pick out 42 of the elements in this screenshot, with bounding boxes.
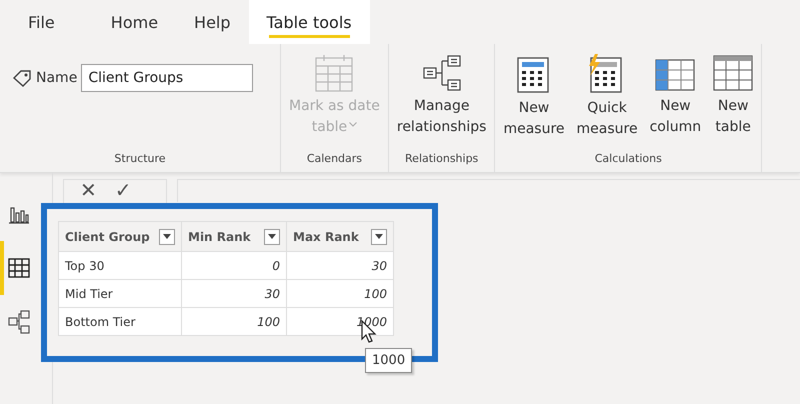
table-cell: 30 (286, 252, 394, 280)
table-icon (713, 54, 754, 92)
ribbon-button[interactable]: Quick measure (572, 50, 642, 140)
name-label: Name (36, 70, 78, 86)
tag-icon (12, 69, 32, 87)
caret-icon (375, 234, 383, 239)
calendar-icon (314, 54, 354, 92)
filter-dropdown[interactable] (159, 228, 175, 244)
table-cell: Bottom Tier (58, 308, 182, 336)
caret-icon (163, 234, 171, 239)
column-header: Min Rank (188, 230, 251, 244)
group-label: Calendars (306, 152, 364, 167)
group-label: Calculations (594, 152, 663, 167)
cancel-button[interactable]: ✕ (74, 180, 103, 200)
formula-field[interactable] (177, 179, 800, 202)
caret-icon (268, 234, 276, 239)
name-field[interactable]: Client Groups (81, 64, 254, 92)
group-label: Structure (113, 152, 167, 167)
tooltip: 1000 (365, 348, 412, 373)
table-cell: 100 (286, 280, 394, 308)
ribbon-button[interactable]: Manage relationships (392, 50, 490, 138)
ribbon-tab[interactable]: Table tools (248, 0, 370, 44)
column-header: Max Rank (293, 230, 359, 244)
filter-dropdown[interactable] (371, 228, 387, 244)
column-header: Client Group (65, 230, 150, 244)
group-label: Relationships (404, 152, 480, 167)
table-cell: Mid Tier (58, 280, 182, 308)
filter-dropdown[interactable] (264, 228, 280, 244)
table-cell: 0 (182, 252, 286, 280)
ribbon-button[interactable]: New column (646, 50, 706, 138)
ribbon-tab[interactable]: Home (92, 0, 176, 44)
ribbon-button[interactable]: New measure (499, 50, 569, 140)
model-diagram-icon[interactable] (8, 310, 30, 334)
table-cell: Top 30 (58, 252, 182, 280)
table-grid-icon[interactable] (8, 258, 30, 278)
ribbon-tab[interactable]: File (14, 0, 73, 44)
commit-button[interactable]: ✓ (108, 180, 138, 200)
ribbon-tab[interactable]: Help (176, 0, 249, 44)
table-cell: 100 (182, 308, 286, 336)
ribbon-button[interactable]: New table (709, 50, 758, 138)
table-cell: 30 (182, 280, 286, 308)
relationships-icon (422, 54, 462, 92)
